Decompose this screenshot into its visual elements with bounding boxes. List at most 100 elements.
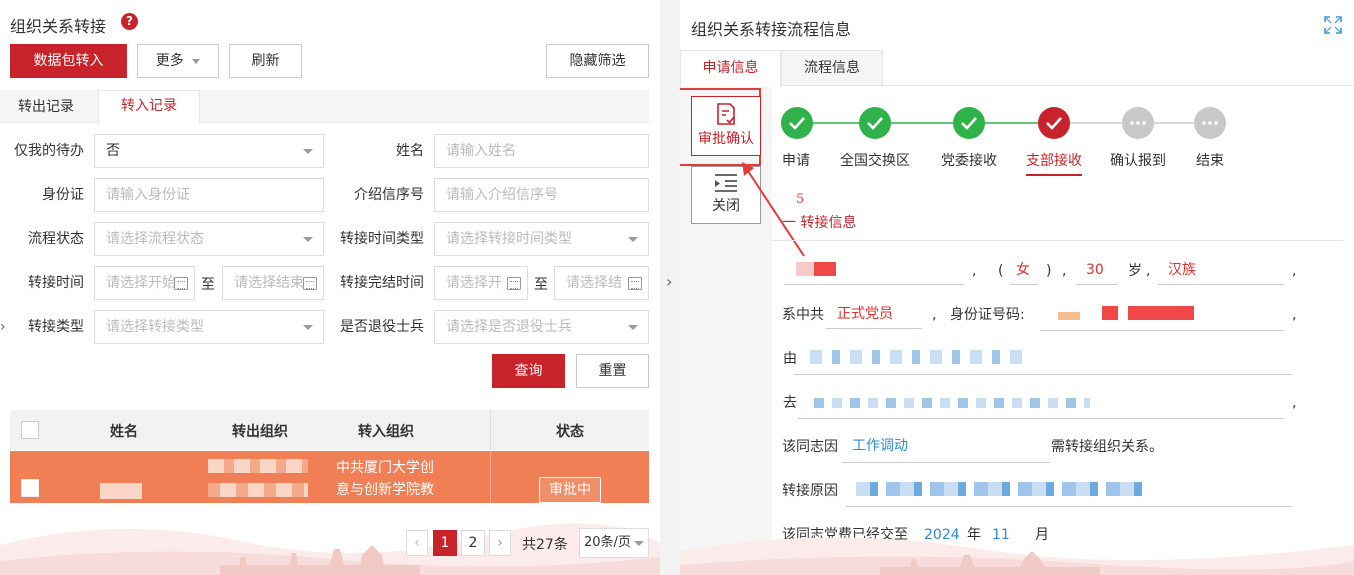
page-size-value: 20条/页 xyxy=(584,535,631,550)
col-in-org: 转入组织 xyxy=(358,424,414,440)
reason-prefix: 该同志因 xyxy=(782,439,838,455)
id-card-input[interactable]: 请输入身份证 xyxy=(94,178,324,212)
table-row[interactable]: 中共厦门大学创 意与创新学院教 审批中 xyxy=(10,451,649,503)
fullscreen-icon[interactable] xyxy=(1323,15,1343,35)
help-icon[interactable]: ? xyxy=(121,13,138,30)
reason-underline xyxy=(842,462,1050,463)
step-check-icon xyxy=(1038,107,1070,139)
masked-transfer-reason xyxy=(856,482,1148,496)
finish-time-end-input[interactable]: 请选择结 xyxy=(554,266,649,300)
current-step-underline xyxy=(1026,174,1082,176)
step-label: 支部接收 xyxy=(1026,153,1082,169)
annotation-number: 5 xyxy=(796,192,805,207)
tab-transfer-in[interactable]: 转入记录 xyxy=(98,90,200,124)
page-1-button[interactable]: 1 xyxy=(433,530,457,556)
tab-application-info[interactable]: 申请信息 xyxy=(680,50,781,87)
time-type-placeholder: 请选择转接时间类型 xyxy=(446,231,572,247)
time-type-label: 转接时间类型 xyxy=(340,231,424,247)
col-out-org: 转出组织 xyxy=(232,424,288,440)
veteran-select[interactable]: 请选择是否退役士兵 xyxy=(434,310,649,344)
transfer-time-start-placeholder: 请选择开始 xyxy=(106,275,176,291)
paren-open: ( xyxy=(998,263,1004,279)
approve-icon xyxy=(717,103,735,125)
masked-name xyxy=(814,262,836,276)
prev-page-button[interactable]: ‹ xyxy=(406,530,428,556)
finish-time-end-placeholder: 请选择结 xyxy=(566,275,622,291)
from-label: 由 xyxy=(783,351,797,367)
chevron-down-icon xyxy=(303,237,313,242)
finish-time-start-input[interactable]: 请选择开 xyxy=(434,266,528,300)
in-org-line1: 中共厦门大学创 xyxy=(336,460,434,476)
next-page-button[interactable]: › xyxy=(489,530,511,556)
calendar-icon xyxy=(303,277,317,290)
step-check-icon xyxy=(781,107,813,139)
step-check-icon xyxy=(859,107,891,139)
flow-status-select[interactable]: 请选择流程状态 xyxy=(94,222,324,256)
letter-no-input[interactable]: 请输入介绍信序号 xyxy=(434,178,649,212)
total-count: 共27条 xyxy=(522,537,568,553)
transfer-time-start-input[interactable]: 请选择开始 xyxy=(94,266,195,300)
finish-time-label: 转接完结时间 xyxy=(340,275,424,291)
comma: , xyxy=(1146,263,1151,279)
row-checkbox[interactable] xyxy=(21,479,39,497)
masked-from-org xyxy=(810,350,1030,364)
paren-close: ) xyxy=(1046,263,1052,279)
ethnicity-value: 汉族 xyxy=(1168,262,1196,278)
dues-year: 2024 xyxy=(924,527,960,543)
comma: , xyxy=(972,263,977,279)
veteran-label: 是否退役士兵 xyxy=(340,319,424,335)
flow-info-panel: 组织关系转接流程信息 申请信息 流程信息 审批确认 关闭 5 申请 全国交换区 党委… xyxy=(680,0,1354,575)
dues-month: 11 xyxy=(992,527,1010,543)
my-todo-label: 仅我的待办 xyxy=(14,143,84,159)
member-type-underline xyxy=(826,328,922,329)
refresh-button[interactable]: 刷新 xyxy=(229,44,302,78)
tab-transfer-out[interactable]: 转出记录 xyxy=(18,96,74,116)
masked-out-org xyxy=(208,483,308,497)
step-pending-icon xyxy=(1194,107,1226,139)
month-label: 月 xyxy=(1035,527,1049,543)
time-type-select[interactable]: 请选择转接时间类型 xyxy=(434,222,649,256)
select-all-checkbox[interactable] xyxy=(21,421,39,439)
reset-button[interactable]: 重置 xyxy=(576,354,649,388)
transfer-type-select[interactable]: 请选择转接类型 xyxy=(94,310,324,344)
id-card-label: 身份证 xyxy=(42,187,84,203)
calendar-icon xyxy=(174,277,188,290)
dues-prefix: 该同志党费已经交至 xyxy=(782,527,908,543)
page-size-select[interactable]: 20条/页 xyxy=(579,528,649,558)
collapse-right-icon[interactable]: › xyxy=(666,272,672,291)
chevron-down-icon xyxy=(628,325,638,330)
age-value: 30 xyxy=(1086,262,1104,278)
page-2-button[interactable]: 2 xyxy=(461,530,485,556)
query-button[interactable]: 查询 xyxy=(492,354,565,388)
approve-label: 审批确认 xyxy=(698,131,754,147)
my-todo-select[interactable]: 否 xyxy=(94,134,324,168)
step-check-icon xyxy=(953,107,985,139)
transfer-type-label: 转接类型 xyxy=(28,319,84,335)
name-input[interactable]: 请输入姓名 xyxy=(434,134,649,168)
age-unit: 岁 xyxy=(1128,263,1142,279)
in-org-line2: 意与创新学院教 xyxy=(336,482,434,498)
more-button[interactable]: 更多 xyxy=(137,44,219,78)
chevron-down-icon xyxy=(628,237,638,242)
transfer-time-end-placeholder: 请选择结束 xyxy=(234,275,304,291)
finish-time-start-placeholder: 请选择开 xyxy=(446,275,502,291)
chevron-down-icon xyxy=(303,325,313,330)
col-name: 姓名 xyxy=(110,424,138,440)
masked-name xyxy=(796,262,814,276)
step-labels: 申请 全国交换区 党委接收 支部接收 确认报到 结束 xyxy=(772,150,1242,180)
expand-left-icon[interactable]: › xyxy=(0,312,8,342)
approve-button[interactable]: 审批确认 xyxy=(691,96,761,156)
step-label: 全国交换区 xyxy=(840,153,910,169)
step-label: 结束 xyxy=(1196,153,1224,169)
to-underline xyxy=(798,418,1284,419)
transfer-time-end-input[interactable]: 请选择结束 xyxy=(222,266,324,300)
transfer-list-panel: 组织关系转接 ? 数据包转入 更多 刷新 隐藏筛选 转出记录 转入记录 仅我的待… xyxy=(0,0,660,575)
tab-flow-info[interactable]: 流程信息 xyxy=(781,50,883,86)
name-underline xyxy=(784,284,964,285)
import-package-button[interactable]: 数据包转入 xyxy=(10,44,127,78)
comma: , xyxy=(1292,307,1297,323)
range-separator: 至 xyxy=(201,277,215,293)
id-underline xyxy=(1040,330,1284,331)
hide-filter-button[interactable]: 隐藏筛选 xyxy=(546,44,649,78)
progress-steps xyxy=(781,107,1226,139)
